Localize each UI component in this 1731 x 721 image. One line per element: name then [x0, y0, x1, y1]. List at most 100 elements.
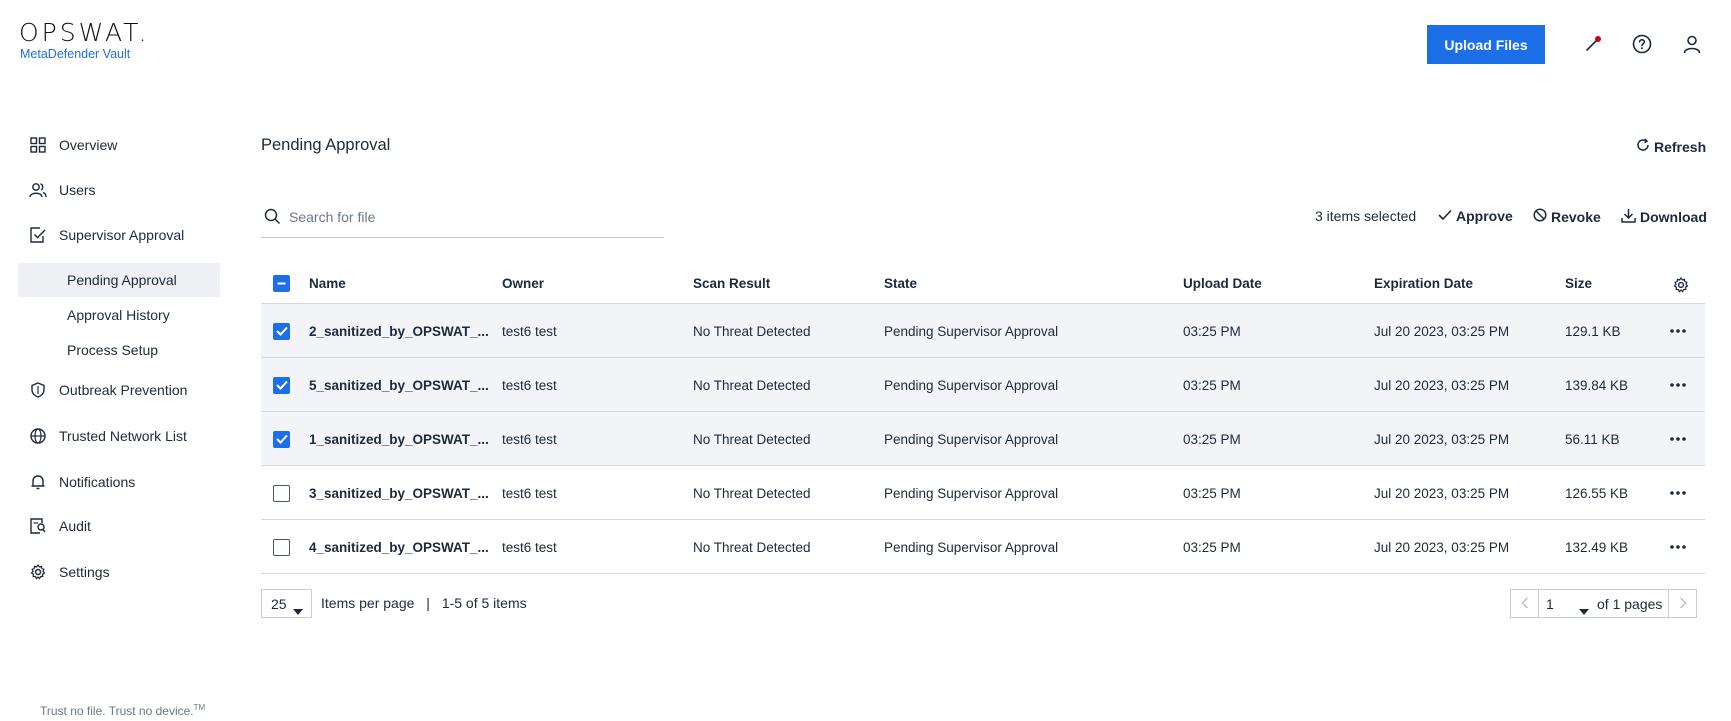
users-icon — [29, 181, 47, 199]
cell-expiration-date: Jul 20 2023, 03:25 PM — [1374, 431, 1510, 447]
column-header-scan-result[interactable]: Scan Result — [693, 262, 770, 304]
sidebar-item-users[interactable]: Users — [18, 173, 220, 207]
cell-scan-result: No Threat Detected — [693, 377, 811, 393]
more-options-icon[interactable] — [1670, 466, 1686, 520]
cell-size: 56.11 KB — [1565, 431, 1620, 447]
sidebar-item-notifications[interactable]: Notifications — [18, 465, 220, 499]
opswat-logo[interactable]: OPSWAT. MetaDefender Vault — [19, 18, 150, 62]
upload-files-button[interactable]: Upload Files — [1427, 25, 1545, 64]
cell-expiration-date: Jul 20 2023, 03:25 PM — [1374, 323, 1510, 339]
cell-expiration-date: Jul 20 2023, 03:25 PM — [1374, 539, 1510, 555]
pager: 1 of 1 pages — [1510, 589, 1698, 618]
sidebar-item-audit[interactable]: Audit — [18, 509, 220, 543]
caret-down-icon — [1579, 602, 1589, 618]
sidebar-item-label: Settings — [59, 564, 110, 580]
column-header-owner[interactable]: Owner — [502, 262, 544, 304]
search-input[interactable] — [289, 204, 659, 230]
cell-owner: test6 test — [502, 431, 557, 447]
page-select[interactable]: 1 — [1539, 589, 1597, 618]
cell-owner: test6 test — [502, 377, 557, 393]
refresh-button[interactable]: Refresh — [1636, 138, 1706, 155]
items-per-page-value: 25 — [271, 595, 287, 612]
row-checkbox[interactable] — [273, 322, 290, 340]
cell-upload-date: 03:25 PM — [1183, 323, 1241, 339]
cell-state: Pending Supervisor Approval — [884, 323, 1059, 339]
sidebar-subitem-process-setup[interactable]: Process Setup — [18, 333, 220, 367]
table-header: Name Owner Scan Result State Upload Date… — [261, 262, 1705, 304]
sidebar-item-outbreak-prevention[interactable]: Outbreak Prevention — [18, 373, 220, 407]
sidebar-item-trusted-network-list[interactable]: Trusted Network List — [18, 419, 220, 453]
cell-name[interactable]: 5_sanitized_by_OPSWAT_... — [309, 358, 489, 412]
sidebar-item-supervisor-approval[interactable]: Supervisor Approval — [18, 218, 220, 252]
cell-name[interactable]: 1_sanitized_by_OPSWAT_... — [309, 412, 489, 466]
download-label: Download — [1640, 209, 1707, 225]
user-icon[interactable] — [1680, 32, 1704, 56]
column-header-name[interactable]: Name — [309, 262, 346, 304]
table-row[interactable]: 3_sanitized_by_OPSWAT_... test6 test No Th… — [261, 466, 1705, 520]
row-checkbox[interactable] — [273, 484, 290, 502]
cell-size: 132.49 KB — [1565, 539, 1629, 555]
sidebar-item-settings[interactable]: Settings — [18, 555, 220, 589]
cell-owner: test6 test — [502, 323, 557, 339]
row-checkbox[interactable] — [273, 376, 290, 394]
sidebar-subitem-label: Pending Approval — [67, 272, 177, 288]
revoke-button[interactable]: Revoke — [1533, 208, 1601, 225]
brand-name: OPSWAT. — [19, 18, 150, 47]
chevron-left-icon — [1521, 596, 1529, 612]
help-icon[interactable] — [1630, 32, 1654, 56]
sidebar-subitem-label: Approval History — [67, 307, 170, 323]
more-options-icon[interactable] — [1670, 304, 1686, 358]
cell-name[interactable]: 4_sanitized_by_OPSWAT_... — [309, 520, 489, 574]
items-per-page-select[interactable]: 25 — [261, 589, 312, 618]
shield-icon — [29, 381, 47, 399]
column-header-expiration-date[interactable]: Expiration Date — [1374, 262, 1473, 304]
approve-button[interactable]: Approve — [1438, 208, 1513, 224]
more-options-icon[interactable] — [1670, 520, 1686, 574]
revoke-label: Revoke — [1551, 208, 1601, 225]
table-row[interactable]: 4_sanitized_by_OPSWAT_... test6 test No Th… — [261, 520, 1705, 574]
more-options-icon[interactable] — [1670, 412, 1686, 466]
cell-name[interactable]: 2_sanitized_by_OPSWAT_... — [309, 304, 489, 358]
table-row[interactable]: 2_sanitized_by_OPSWAT_... test6 test No Th… — [261, 304, 1705, 358]
bell-icon — [29, 473, 47, 491]
row-checkbox-cell — [273, 304, 290, 358]
row-checkbox-cell — [273, 358, 290, 412]
select-all-checkbox[interactable] — [273, 274, 290, 292]
cell-size: 139.84 KB — [1565, 377, 1629, 393]
sidebar-subitem-pending-approval[interactable]: Pending Approval — [18, 263, 220, 297]
caret-down-icon — [293, 602, 303, 618]
tagline: Trust no file. Trust no device.TM — [40, 703, 205, 718]
sidebar-subitem-label: Process Setup — [67, 342, 159, 358]
row-checkbox[interactable] — [273, 430, 290, 448]
next-page-button[interactable] — [1668, 589, 1698, 618]
sidebar-item-overview[interactable]: Overview — [18, 128, 220, 162]
cell-expiration-date: Jul 20 2023, 03:25 PM — [1374, 377, 1510, 393]
column-header-size[interactable]: Size — [1565, 262, 1592, 304]
cell-name[interactable]: 3_sanitized_by_OPSWAT_... — [309, 466, 489, 520]
column-header-state[interactable]: State — [884, 262, 917, 304]
sidebar-subitem-approval-history[interactable]: Approval History — [18, 298, 220, 332]
prev-page-button[interactable] — [1510, 589, 1539, 618]
cell-size: 129.1 KB — [1565, 323, 1621, 339]
sidebar-item-label: Outbreak Prevention — [59, 382, 188, 398]
integration-icon[interactable] — [1581, 32, 1605, 56]
refresh-icon — [1636, 138, 1650, 155]
more-options-icon[interactable] — [1670, 358, 1686, 412]
pagination-separator: | — [426, 595, 430, 611]
pagination-summary: Items per page | 1-5 of 5 items — [321, 595, 527, 611]
table-row[interactable]: 5_sanitized_by_OPSWAT_... test6 test No Th… — [261, 358, 1705, 412]
column-settings-icon[interactable] — [1673, 264, 1689, 306]
table-row[interactable]: 1_sanitized_by_OPSWAT_... test6 test No Th… — [261, 412, 1705, 466]
column-header-upload-date[interactable]: Upload Date — [1183, 262, 1262, 304]
row-checkbox[interactable] — [273, 538, 290, 556]
audit-icon — [29, 517, 47, 535]
approve-label: Approve — [1456, 208, 1513, 224]
row-checkbox-cell — [273, 466, 290, 520]
grid-icon — [29, 136, 47, 154]
product-name: MetaDefender Vault — [20, 47, 131, 61]
sidebar-item-label: Overview — [59, 137, 118, 153]
cell-scan-result: No Threat Detected — [693, 539, 811, 555]
download-button[interactable]: Download — [1621, 208, 1707, 226]
current-page: 1 — [1546, 595, 1554, 612]
row-checkbox-cell — [273, 520, 290, 574]
